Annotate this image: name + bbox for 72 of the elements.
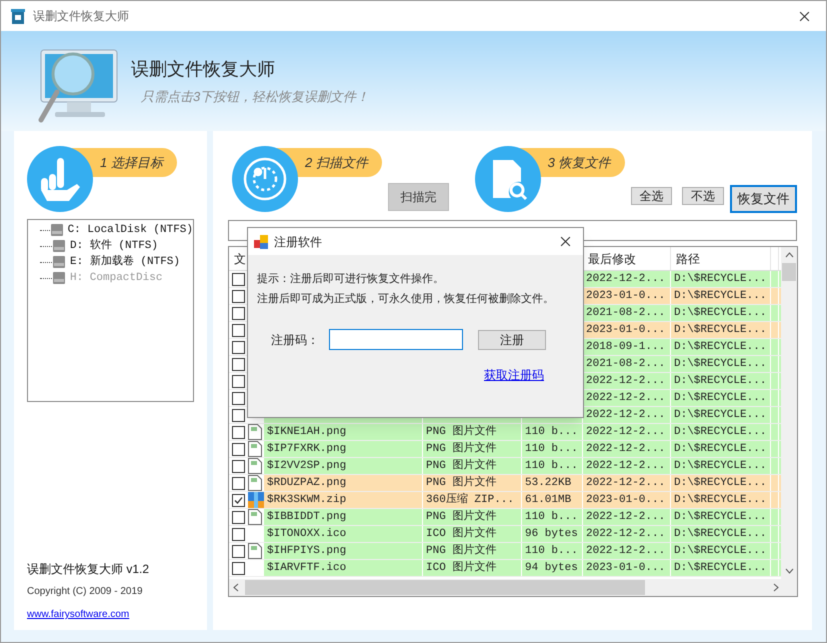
table-cell-text: D:\$RECYCLE... bbox=[674, 390, 766, 406]
table-cell-text: 94 bytes bbox=[525, 560, 578, 576]
table-cell-text: D:\$RECYCLE... bbox=[674, 340, 766, 355]
table-cell-text: D:\$RECYCLE... bbox=[674, 408, 766, 423]
table-cell-text: 2023-01-0... bbox=[586, 322, 666, 338]
table-cell-text: D:\$RECYCLE... bbox=[674, 356, 766, 372]
table-cell-text: 110 b... bbox=[525, 442, 578, 457]
table-cell-text: $I2VV2SP.png bbox=[267, 458, 346, 474]
table-cell-text: 2022-12-2... bbox=[586, 442, 666, 457]
table-cell: PNG 图片文件 bbox=[426, 509, 496, 525]
version-text: 误删文件恢复大师 v1.2 bbox=[27, 561, 150, 578]
table-cell-text: 110 b... bbox=[525, 510, 578, 525]
table-cell: PNG 图片文件 bbox=[426, 441, 496, 457]
table-cell-text: $IBBIDDT.png bbox=[267, 510, 346, 525]
table-cell: PNG 图片文件 bbox=[426, 475, 496, 491]
table-cell-text: 2022-12-2... bbox=[586, 510, 666, 525]
table-cell-text: 2023-01-0... bbox=[586, 288, 666, 304]
table-cell-text: $IKNE1AH.png bbox=[267, 424, 346, 440]
table-cell-text: D:\$RECYCLE... bbox=[674, 288, 766, 304]
table-cell-text: D:\$RECYCLE... bbox=[674, 544, 766, 559]
table-cell: ICO 图片文件 bbox=[426, 526, 496, 542]
table-cell-text: 61.01MB bbox=[525, 492, 572, 508]
window-title: 误删文件恢复大师 bbox=[33, 8, 129, 25]
copyright-text: Copyright (C) 2009 - 2019 bbox=[27, 585, 144, 599]
table-cell: 360压缩 ZIP... bbox=[426, 492, 514, 508]
table-cell-text: 2022-12-2... bbox=[586, 544, 666, 559]
table-cell: PNG 图片文件 bbox=[426, 543, 496, 559]
table-cell-text: D:\$RECYCLE... bbox=[674, 526, 766, 542]
table-cell-text: $IHFPIYS.png bbox=[267, 544, 346, 559]
table-cell-text: 2023-01-0... bbox=[586, 492, 666, 508]
table-cell-text: D:\$RECYCLE... bbox=[674, 374, 766, 389]
dialog-message: 提示：注册后即可进行恢复文件操作。 bbox=[257, 272, 445, 287]
table-cell-text: D:\$RECYCLE... bbox=[674, 458, 766, 474]
table-cell-text: 2022-12-2... bbox=[586, 424, 666, 440]
table-cell-text: $IP7FXRK.png bbox=[267, 442, 346, 457]
table-cell-text: 2022-12-2... bbox=[586, 272, 666, 287]
table-cell-text: $RK3SKWM.zip bbox=[267, 492, 346, 508]
table-cell-text: 2018-09-1... bbox=[586, 340, 666, 355]
table-cell-text: $IARVFTF.ico bbox=[267, 560, 346, 576]
table-cell: PNG 图片文件 bbox=[426, 458, 496, 474]
table-cell-text: 2022-12-2... bbox=[586, 374, 666, 389]
table-cell-text: D:\$RECYCLE... bbox=[674, 492, 766, 508]
app-subtitle: 只需点击3下按钮，轻松恢复误删文件！ bbox=[141, 88, 370, 106]
table-cell-text: $ITONOXX.ico bbox=[267, 526, 346, 542]
table-cell-text: D:\$RECYCLE... bbox=[674, 272, 766, 287]
app-title: 误删文件恢复大师 bbox=[131, 58, 276, 81]
table-cell-text: 2021-08-2... bbox=[586, 356, 666, 372]
table-cell-text: D:\$RECYCLE... bbox=[674, 322, 766, 338]
table-cell-text: 96 bytes bbox=[525, 526, 578, 542]
table-cell-text: 110 b... bbox=[525, 424, 578, 440]
table-cell-text: 2022-12-2... bbox=[586, 476, 666, 491]
table-cell-text: 53.22KB bbox=[525, 476, 572, 491]
table-cell-text: D:\$RECYCLE... bbox=[674, 424, 766, 440]
table-cell-text: D:\$RECYCLE... bbox=[674, 306, 766, 321]
table-cell-text: 110 b... bbox=[525, 544, 578, 559]
table-cell-text: 2022-12-2... bbox=[586, 458, 666, 474]
table-cell-text: 2022-12-2... bbox=[586, 408, 666, 423]
table-cell-text: 2021-08-2... bbox=[586, 306, 666, 321]
table-cell-text: D:\$RECYCLE... bbox=[674, 560, 766, 576]
dialog-title: 注册软件 bbox=[274, 234, 322, 250]
table-cell: PNG 图片文件 bbox=[426, 424, 496, 440]
field-label: 注册码： bbox=[271, 332, 319, 348]
table-cell-text: 2022-12-2... bbox=[586, 390, 666, 406]
table-cell: ICO 图片文件 bbox=[426, 560, 496, 576]
table-cell-text: 2023-01-0... bbox=[586, 560, 666, 576]
dialog-message: 注册后即可成为正式版，可永久使用，恢复任何被删除文件。 bbox=[257, 292, 555, 307]
table-cell-text: 110 b... bbox=[525, 458, 578, 474]
table-cell-text: D:\$RECYCLE... bbox=[674, 442, 766, 457]
table-cell-text: $RDUZPAZ.png bbox=[267, 476, 346, 491]
table-cell-text: 2022-12-2... bbox=[586, 526, 666, 542]
table-cell-text: D:\$RECYCLE... bbox=[674, 510, 766, 525]
table-cell-text: D:\$RECYCLE... bbox=[674, 476, 766, 491]
